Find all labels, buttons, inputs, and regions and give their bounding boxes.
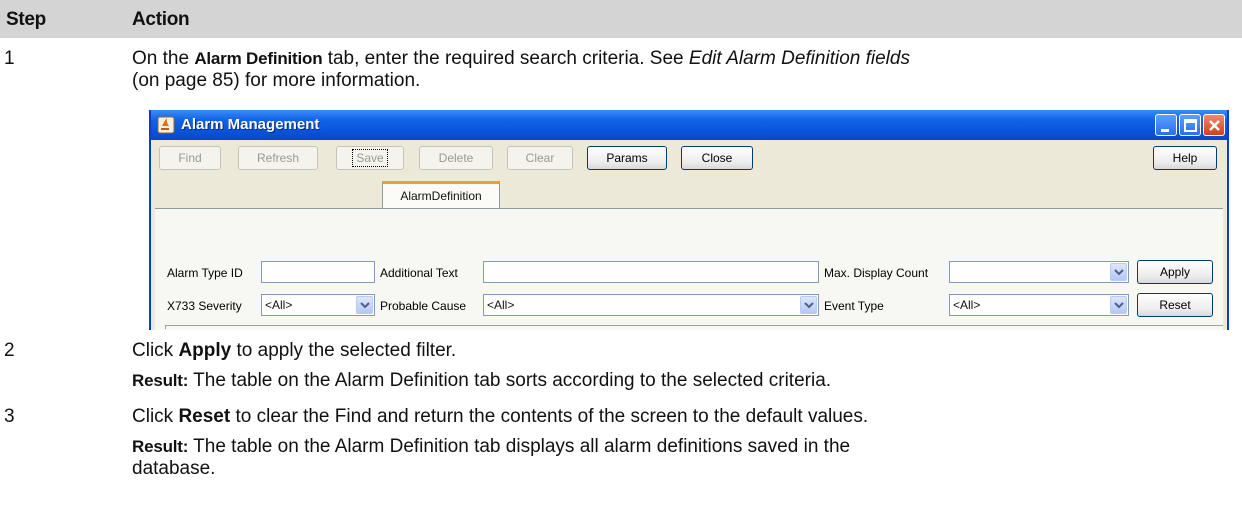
chevron-down-icon[interactable] <box>356 296 373 314</box>
delete-button[interactable]: Delete <box>419 146 493 170</box>
step-2-result: Result: The table on the Alarm Definitio… <box>132 370 832 391</box>
action-column-header: Action <box>132 9 190 30</box>
event-type-label: Event Type <box>824 299 884 313</box>
chevron-down-icon[interactable] <box>1110 296 1127 314</box>
alarm-type-id-label: Alarm Type ID <box>167 266 243 280</box>
apply-button[interactable]: Apply <box>1137 260 1213 284</box>
close-button[interactable]: Close <box>681 146 753 170</box>
probable-cause-label: Probable Cause <box>380 299 467 313</box>
additional-text-label: Additional Text <box>380 266 458 280</box>
chevron-down-icon[interactable] <box>1110 263 1127 281</box>
x733-severity-label: X733 Severity <box>167 299 242 313</box>
step-1-text-line-2: (on page 85) for more information. <box>132 70 421 91</box>
minimize-icon <box>1161 129 1169 132</box>
tab-alarm-definition[interactable]: AlarmDefinition <box>382 181 500 209</box>
step-3-text: Click Reset to clear the Find and return… <box>132 406 869 427</box>
max-display-count-select[interactable] <box>949 261 1129 283</box>
alarm-management-window: Alarm Management Find Refresh Save Delet… <box>149 110 1229 330</box>
step-number: 2 <box>4 340 15 361</box>
step-number: 1 <box>4 48 15 69</box>
step-1-text: On the Alarm Definition tab, enter the r… <box>132 48 910 69</box>
params-button[interactable]: Params <box>587 146 667 170</box>
step-3-result: Result: The table on the Alarm Definitio… <box>132 436 851 457</box>
max-display-count-label: Max. Display Count <box>824 266 929 280</box>
save-button[interactable]: Save <box>336 146 404 170</box>
refresh-button[interactable]: Refresh <box>238 146 318 170</box>
results-table-border <box>165 325 1223 329</box>
help-button[interactable]: Help <box>1153 146 1217 170</box>
step-number: 3 <box>4 406 15 427</box>
step-3-result-line-2: database. <box>132 458 216 479</box>
x733-severity-select[interactable]: <All> <box>261 294 375 316</box>
alarm-type-id-input[interactable] <box>261 261 375 283</box>
probable-cause-select[interactable]: <All> <box>483 294 819 316</box>
step-column-header: Step <box>6 9 46 30</box>
event-type-select[interactable]: <All> <box>949 294 1129 316</box>
maximize-icon <box>1184 119 1197 132</box>
reset-button[interactable]: Reset <box>1137 293 1213 317</box>
close-window-button[interactable] <box>1203 114 1225 136</box>
step-2-text: Click Apply to apply the selected filter… <box>132 340 457 361</box>
additional-text-input[interactable] <box>483 261 819 283</box>
maximize-button[interactable] <box>1179 114 1201 136</box>
table-header: Step Action <box>0 0 1242 38</box>
find-button[interactable]: Find <box>159 146 221 170</box>
close-icon <box>1209 120 1220 131</box>
title-bar: Alarm Management <box>151 110 1227 140</box>
chevron-down-icon[interactable] <box>800 296 817 314</box>
minimize-button[interactable] <box>1155 114 1177 136</box>
window-title: Alarm Management <box>181 116 320 133</box>
java-cup-icon <box>157 116 175 134</box>
clear-button[interactable]: Clear <box>507 146 573 170</box>
